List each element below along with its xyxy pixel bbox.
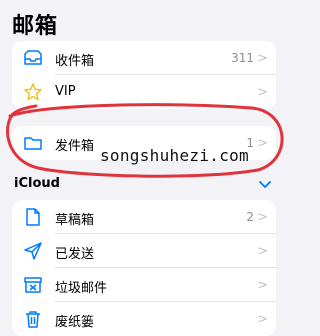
mailbox-row-junk[interactable]: 垃圾邮件 > (12, 268, 276, 302)
folder-icon (22, 133, 44, 153)
inbox-label: 收件箱 (55, 54, 95, 69)
draft-icon (22, 207, 44, 227)
chevron-right-icon: > (257, 85, 268, 100)
mailbox-row-drafts[interactable]: 草稿箱 2 > (12, 200, 276, 234)
junk-label: 垃圾邮件 (55, 281, 108, 296)
page-title: 邮箱 (12, 14, 59, 39)
trash-label: 废纸篓 (55, 315, 95, 330)
icloud-section-title: iCloud (14, 176, 60, 191)
mailbox-row-inbox[interactable]: 收件箱 311 > (12, 41, 276, 75)
junk-icon (22, 275, 44, 295)
paper-plane-icon (22, 241, 44, 261)
trash-icon (22, 309, 44, 329)
chevron-right-icon: > (257, 278, 268, 293)
mailbox-row-trash[interactable]: 废纸篓 > (12, 302, 276, 336)
mailbox-row-vip[interactable]: VIP > (12, 75, 276, 109)
chevron-right-icon: > (257, 244, 268, 259)
mailbox-card: 收件箱 311 > VIP > (12, 41, 276, 109)
icloud-card: 草稿箱 2 > 已发送 > 垃圾邮件 > 废纸篓 > (12, 200, 276, 336)
chevron-right-icon: > (257, 136, 268, 151)
watermark: songshuhezi.com (100, 146, 249, 165)
chevron-right-icon: > (257, 51, 268, 66)
inbox-count: 311 (231, 51, 254, 65)
drafts-count: 2 (246, 210, 254, 224)
chevron-right-icon: > (257, 210, 268, 225)
star-icon (22, 82, 44, 102)
drafts-label: 草稿箱 (55, 213, 95, 228)
sent-label: 已发送 (55, 247, 95, 262)
mailbox-row-sent[interactable]: 已发送 > (12, 234, 276, 268)
inbox-icon (22, 48, 44, 68)
chevron-down-icon[interactable] (258, 176, 272, 188)
outbox-label: 发件箱 (55, 139, 95, 154)
vip-label: VIP (55, 84, 76, 99)
chevron-right-icon: > (257, 312, 268, 327)
